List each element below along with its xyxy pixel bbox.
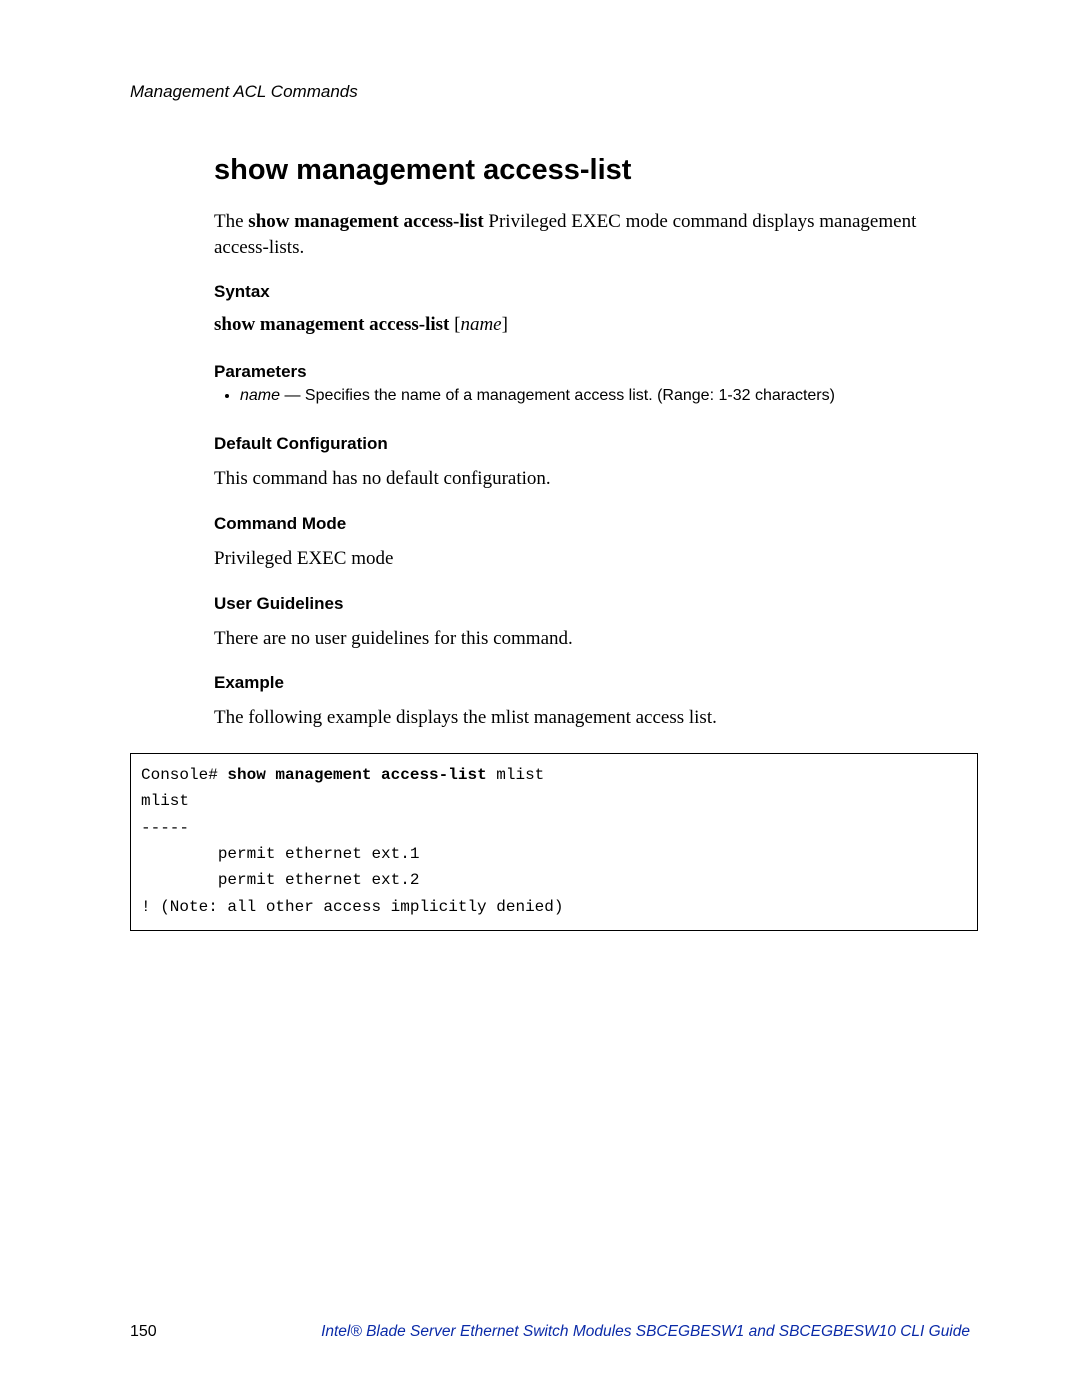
command-mode-heading: Command Mode — [214, 514, 970, 534]
running-header: Management ACL Commands — [130, 82, 970, 102]
page: Management ACL Commands show management … — [0, 0, 1080, 1397]
command-title: show management access-list — [214, 154, 970, 187]
intro-prefix: The — [214, 211, 248, 232]
footer-title: Intel® Blade Server Ethernet Switch Modu… — [321, 1323, 970, 1341]
code-line-1a: Console# — [141, 766, 227, 784]
code-line-1b: show management access-list — [227, 766, 486, 784]
parameters-heading: Parameters — [214, 362, 970, 382]
default-config-heading: Default Configuration — [214, 434, 970, 454]
parameter-item: name — Specifies the name of a managemen… — [240, 384, 970, 408]
code-line-6: ! (Note: all other access implicitly den… — [141, 898, 563, 916]
syntax-arg: name — [460, 314, 501, 335]
default-config-body: This command has no default configuratio… — [214, 466, 970, 492]
example-heading: Example — [214, 673, 970, 693]
user-guidelines-heading: User Guidelines — [214, 594, 970, 614]
syntax-line: show management access-list [name] — [214, 314, 970, 336]
page-number: 150 — [130, 1323, 157, 1341]
code-line-3: ----- — [141, 819, 189, 837]
syntax-heading: Syntax — [214, 282, 970, 302]
code-line-1c: mlist — [487, 766, 545, 784]
code-line-5: permit ethernet ext.2 — [141, 871, 419, 889]
syntax-bracket-close: ] — [502, 314, 508, 335]
parameters-list: name — Specifies the name of a managemen… — [214, 384, 970, 408]
footer: 150 Intel® Blade Server Ethernet Switch … — [130, 1323, 970, 1341]
param-desc: Specifies the name of a management acces… — [305, 387, 835, 404]
example-code-block: Console# show management access-list mli… — [130, 753, 978, 931]
command-mode-body: Privileged EXEC mode — [214, 546, 970, 572]
intro-paragraph: The show management access-list Privileg… — [214, 209, 970, 260]
content-block: show management access-list The show man… — [214, 154, 970, 931]
user-guidelines-body: There are no user guidelines for this co… — [214, 626, 970, 652]
code-line-4: permit ethernet ext.1 — [141, 845, 419, 863]
syntax-bracket-open: [ — [449, 314, 460, 335]
example-body: The following example displays the mlist… — [214, 705, 970, 731]
code-line-2: mlist — [141, 792, 189, 810]
intro-bold: show management access-list — [248, 211, 483, 232]
syntax-cmd: show management access-list — [214, 314, 449, 335]
param-sep: — — [280, 387, 305, 404]
param-name: name — [240, 387, 280, 404]
